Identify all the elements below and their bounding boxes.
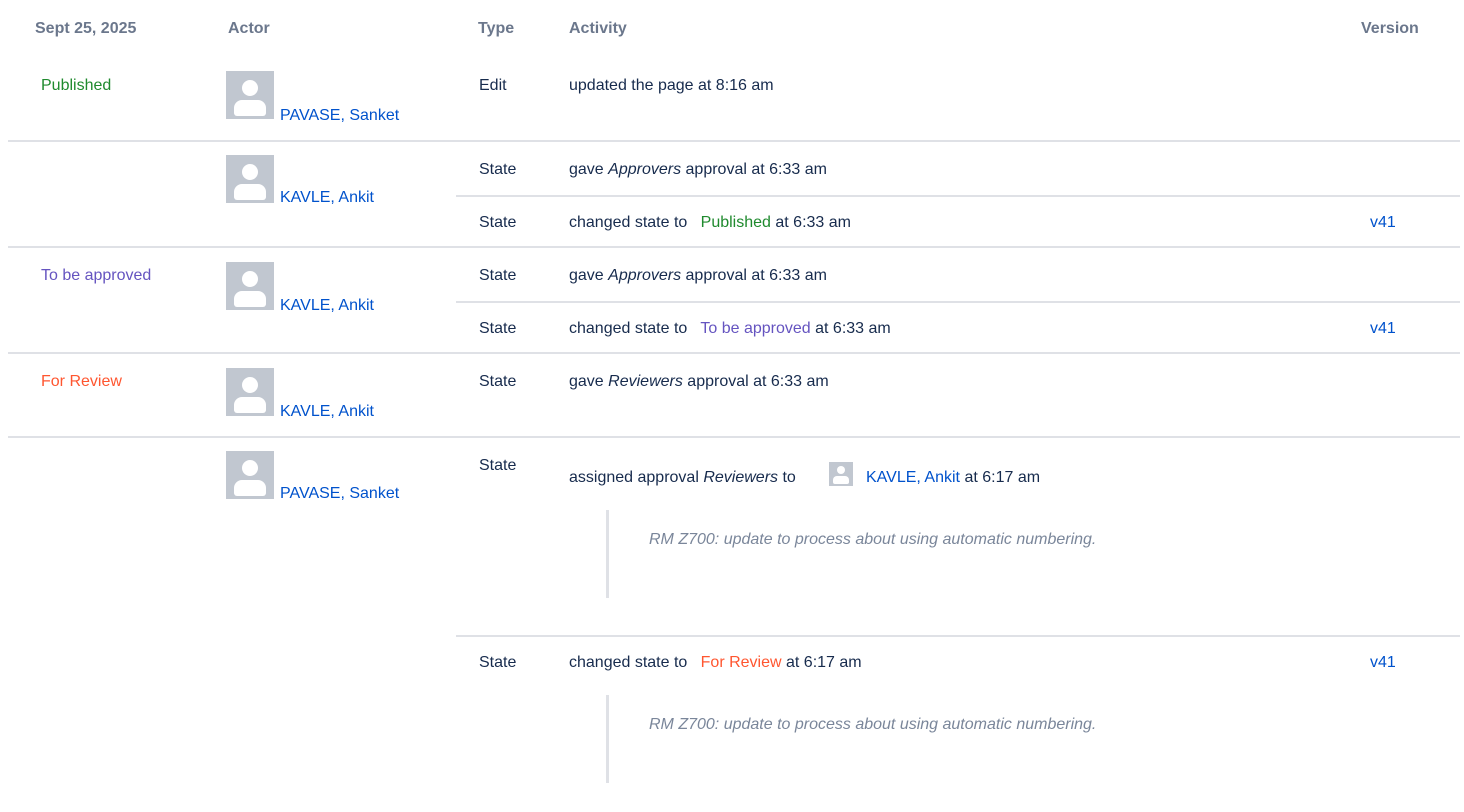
actor-link[interactable]: PAVASE, Sanket <box>280 484 399 504</box>
activity-cell: changed state to Published at 6:33 am <box>569 214 851 231</box>
version-link[interactable]: v41 <box>1370 653 1396 673</box>
type-cell: State <box>479 267 517 284</box>
approval-group-name: Approvers <box>608 161 682 178</box>
activity-cell: updated the page at 8:16 am <box>569 77 774 94</box>
activity-cell: gave Approvers approval at 6:33 am <box>569 267 827 284</box>
comment-quote: RM Z700: update to process about using a… <box>606 695 1096 783</box>
type-cell: Edit <box>479 77 507 94</box>
activity-cell: gave Reviewers approval at 6:33 am <box>569 373 829 390</box>
activity-cell: gave Approvers approval at 6:33 am <box>569 161 827 178</box>
status-label-to-be-approved: To be approved <box>41 267 152 284</box>
comment-text: RM Z700: update to process about using a… <box>649 716 1097 733</box>
type-cell: State <box>479 214 517 231</box>
type-cell: State <box>479 320 517 337</box>
comment-quote: RM Z700: update to process about using a… <box>606 510 1096 598</box>
type-cell: State <box>479 654 517 671</box>
column-header-type: Type <box>478 20 515 37</box>
status-label-to-be-approved: To be approved <box>700 320 811 337</box>
avatar-icon <box>226 451 274 499</box>
activity-cell: KAVLE, Ankit at 6:17 am <box>866 469 1041 486</box>
row-divider <box>456 635 1460 637</box>
activity-cell: assigned approval Reviewers to <box>569 469 796 486</box>
avatar-icon <box>829 462 853 486</box>
type-cell: State <box>479 457 517 474</box>
row-divider <box>8 352 1460 354</box>
row-divider <box>8 436 1460 438</box>
column-header-version: Version <box>1361 20 1419 37</box>
activity-cell: changed state to To be approved at 6:33 … <box>569 320 891 337</box>
status-label-for-review: For Review <box>41 373 122 390</box>
status-label-published: Published <box>41 77 112 94</box>
version-link[interactable]: v41 <box>1370 319 1396 339</box>
actor-link[interactable]: KAVLE, Ankit <box>280 402 374 422</box>
column-header-actor: Actor <box>228 20 270 37</box>
avatar-icon <box>226 71 274 119</box>
row-divider <box>456 301 1460 303</box>
actor-link[interactable]: PAVASE, Sanket <box>280 106 399 126</box>
column-header-date: Sept 25, 2025 <box>35 20 137 37</box>
approval-group-name: Approvers <box>608 267 682 284</box>
actor-link[interactable]: KAVLE, Ankit <box>866 469 960 486</box>
avatar-icon <box>226 368 274 416</box>
approval-group-name: Reviewers <box>608 373 683 390</box>
avatar-icon <box>226 262 274 310</box>
row-divider <box>8 246 1460 248</box>
row-divider <box>8 140 1460 142</box>
row-divider <box>456 195 1460 197</box>
column-header-activity: Activity <box>569 20 627 37</box>
approval-group-name: Reviewers <box>703 469 779 486</box>
type-cell: State <box>479 161 517 178</box>
avatar-icon <box>226 155 274 203</box>
status-label-for-review: For Review <box>700 654 782 671</box>
actor-link[interactable]: KAVLE, Ankit <box>280 188 374 208</box>
version-link[interactable]: v41 <box>1370 213 1396 233</box>
actor-link[interactable]: KAVLE, Ankit <box>280 296 374 316</box>
comment-text: RM Z700: update to process about using a… <box>649 531 1097 548</box>
status-label-published: Published <box>700 214 771 231</box>
activity-cell: changed state to For Review at 6:17 am <box>569 654 862 671</box>
type-cell: State <box>479 373 517 390</box>
